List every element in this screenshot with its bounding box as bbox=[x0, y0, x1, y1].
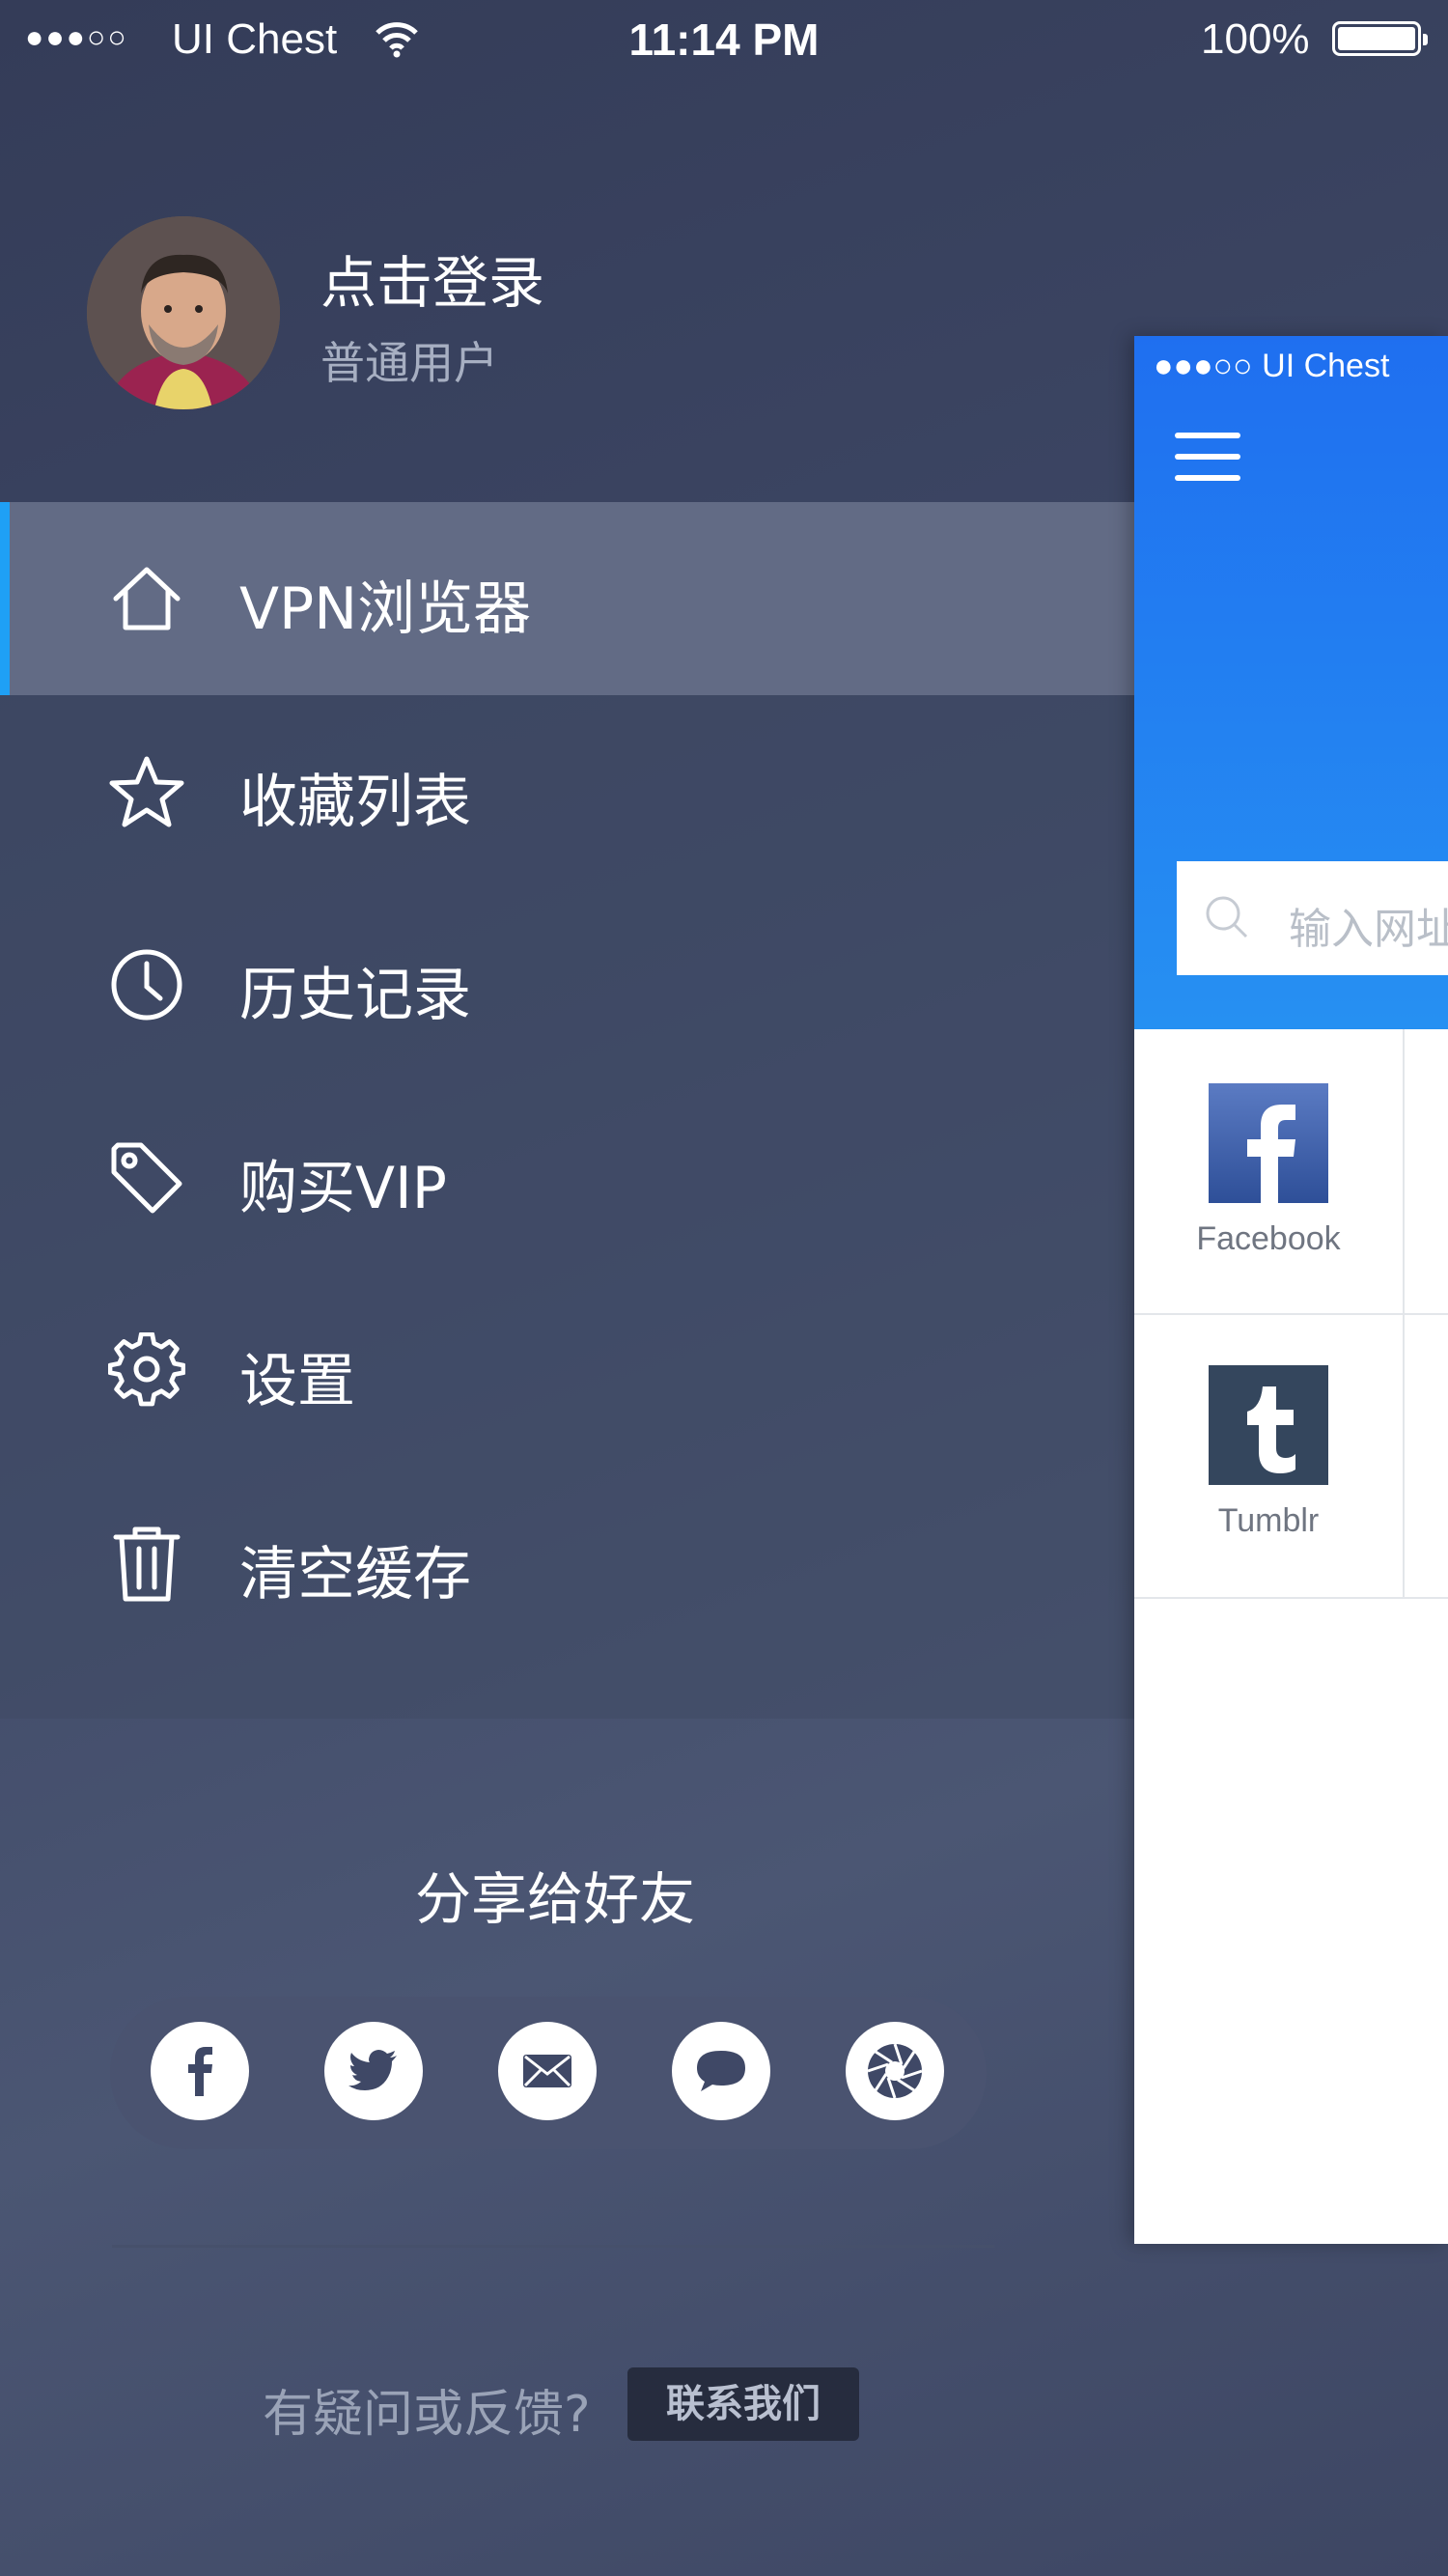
tile-label: Tumblr bbox=[1217, 1502, 1320, 1539]
menu-item-clear-cache[interactable]: 清空缓存 bbox=[0, 1468, 1134, 1661]
grid-divider bbox=[1134, 1597, 1448, 1599]
email-icon bbox=[523, 2055, 571, 2087]
screen: ●●●○○ UI Chest 11:14 PM 100% 点击登录 普通用户 V… bbox=[0, 0, 1448, 2576]
share-twitter-button[interactable] bbox=[324, 2022, 423, 2120]
gear-icon bbox=[108, 1332, 185, 1407]
share-email-button[interactable] bbox=[498, 2022, 597, 2120]
share-facebook-button[interactable] bbox=[151, 2022, 249, 2120]
status-bar: ●●●○○ UI Chest 11:14 PM 100% bbox=[0, 0, 1448, 77]
grid-divider bbox=[1134, 1313, 1448, 1315]
clock-icon bbox=[111, 949, 182, 1021]
share-chat-button[interactable] bbox=[672, 2022, 770, 2120]
tumblr-logo-icon bbox=[1209, 1365, 1328, 1485]
url-search-field[interactable]: 输入网址 bbox=[1177, 861, 1448, 975]
preview-status-bar: ●●●○○ UI Chest bbox=[1154, 348, 1389, 385]
battery-percent: 100% bbox=[1201, 15, 1310, 63]
menu-item-favorites[interactable]: 收藏列表 bbox=[0, 695, 1134, 888]
avatar[interactable] bbox=[87, 216, 280, 409]
facebook-logo-icon bbox=[1209, 1083, 1328, 1203]
menu-label: 购买VIP bbox=[239, 1155, 447, 1222]
search-placeholder: 输入网址 bbox=[1289, 905, 1448, 954]
tile-label: Facebook bbox=[1196, 1220, 1341, 1257]
search-icon bbox=[1206, 896, 1248, 938]
facebook-icon bbox=[188, 2047, 212, 2096]
twitter-icon bbox=[348, 2050, 397, 2090]
share-title: 分享给好友 bbox=[414, 1866, 695, 1932]
home-icon bbox=[113, 567, 181, 630]
battery-icon bbox=[1332, 21, 1428, 56]
share-aperture-button[interactable] bbox=[846, 2022, 944, 2120]
chat-bubble-icon bbox=[697, 2051, 745, 2091]
menu-label: 设置 bbox=[239, 1348, 355, 1415]
menu-label: 清空缓存 bbox=[239, 1541, 471, 1609]
divider bbox=[112, 2245, 994, 2248]
preview-signal: ●●●○○ bbox=[1154, 348, 1253, 384]
menu-label: VPN浏览器 bbox=[239, 575, 532, 643]
aperture-icon bbox=[867, 2043, 923, 2099]
user-type: 普通用户 bbox=[320, 337, 498, 389]
side-menu: VPN浏览器 收藏列表 历史记录 购买VIP 设置 清空缓存 bbox=[0, 502, 1134, 1719]
menu-item-history[interactable]: 历史记录 bbox=[0, 888, 1134, 1081]
menu-item-settings[interactable]: 设置 bbox=[0, 1274, 1134, 1468]
main-screen-preview[interactable]: ●●●○○ UI Chest 输入网址 Facebook Tumblr bbox=[1134, 336, 1448, 2244]
menu-item-buy-vip[interactable]: 购买VIP bbox=[0, 1081, 1134, 1274]
site-tile-facebook[interactable]: Facebook bbox=[1134, 1083, 1403, 1258]
feedback-question: 有疑问或反馈? bbox=[263, 2386, 591, 2444]
site-tile-tumblr[interactable]: Tumblr bbox=[1134, 1365, 1403, 1540]
login-prompt[interactable]: 点击登录 bbox=[320, 238, 544, 319]
preview-header: ●●●○○ UI Chest 输入网址 bbox=[1134, 336, 1448, 1029]
menu-label: 收藏列表 bbox=[239, 769, 471, 836]
avatar-photo bbox=[87, 216, 280, 409]
trash-icon bbox=[113, 1526, 181, 1602]
menu-label: 历史记录 bbox=[239, 962, 471, 1029]
share-bar bbox=[110, 1997, 987, 2149]
preview-carrier: UI Chest bbox=[1262, 348, 1390, 384]
contact-us-button[interactable]: 联系我们 bbox=[627, 2367, 859, 2441]
star-icon bbox=[109, 756, 184, 827]
hamburger-menu-icon[interactable] bbox=[1175, 433, 1240, 483]
menu-item-vpn-browser[interactable]: VPN浏览器 bbox=[0, 502, 1134, 695]
tag-icon bbox=[111, 1142, 182, 1214]
